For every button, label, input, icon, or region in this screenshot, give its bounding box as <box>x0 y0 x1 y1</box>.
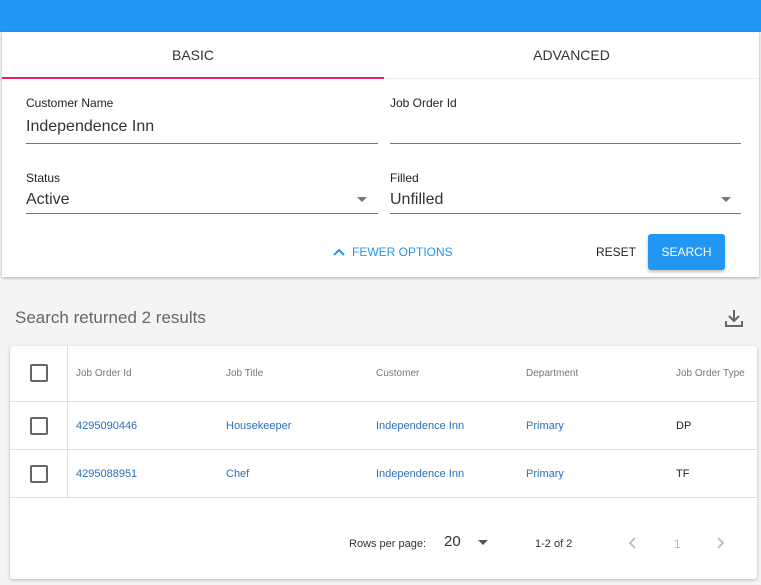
page-range: 1-2 of 2 <box>535 538 573 550</box>
header-job-title[interactable]: Job Title <box>226 368 263 379</box>
job-order-type: DP <box>676 420 692 432</box>
header-department[interactable]: Department <box>526 368 578 379</box>
header-job-order-id[interactable]: Job Order Id <box>76 368 132 379</box>
customer-link[interactable]: Independence Inn <box>376 420 464 432</box>
status-value: Active <box>26 191 70 208</box>
header-job-order-type[interactable]: Job Order Type <box>676 368 745 379</box>
rows-per-page-value: 20 <box>444 533 461 550</box>
department-link[interactable]: Primary <box>526 420 564 432</box>
table-row: 4295088951 Chef Independence Inn Primary… <box>10 450 757 498</box>
results-count: Search returned 2 results <box>15 308 206 327</box>
row-checkbox[interactable] <box>30 465 48 483</box>
dropdown-arrow-icon <box>478 540 488 545</box>
status-label: Status <box>26 171 61 185</box>
filled-select[interactable]: Filled Unfilled <box>390 171 741 215</box>
download-icon[interactable] <box>723 307 745 329</box>
header-customer[interactable]: Customer <box>376 368 419 379</box>
filled-label: Filled <box>390 171 419 185</box>
results-table: Job Order Id Job Title Customer Departme… <box>10 346 757 579</box>
current-page: 1 <box>674 537 681 551</box>
job-order-id-field[interactable]: Job Order Id <box>390 96 741 144</box>
job-order-id-label: Job Order Id <box>390 96 457 110</box>
customer-link[interactable]: Independence Inn <box>376 468 464 480</box>
search-panel: BASIC ADVANCED Customer Name Independenc… <box>2 32 759 277</box>
table-row: 4295090446 Housekeeper Independence Inn … <box>10 402 757 450</box>
filled-value: Unfilled <box>390 191 444 208</box>
row-checkbox[interactable] <box>30 417 48 435</box>
dropdown-arrow-icon <box>721 197 731 202</box>
status-select[interactable]: Status Active <box>26 171 378 215</box>
rows-per-page-label: Rows per page: <box>349 538 427 550</box>
chevron-left-icon[interactable] <box>626 535 640 551</box>
dropdown-arrow-icon <box>357 197 367 202</box>
job-title-link[interactable]: Chef <box>226 468 249 480</box>
reset-button[interactable]: RESET <box>590 234 642 270</box>
job-title-link[interactable]: Housekeeper <box>226 420 291 432</box>
department-link[interactable]: Primary <box>526 468 564 480</box>
job-order-id-link[interactable]: 4295090446 <box>76 420 137 432</box>
select-all-checkbox[interactable] <box>30 364 48 382</box>
table-header-row: Job Order Id Job Title Customer Departme… <box>10 346 757 402</box>
fewer-options-button[interactable]: FEWER OPTIONS <box>332 234 453 270</box>
search-button[interactable]: SEARCH <box>648 234 725 270</box>
customer-name-input[interactable]: Independence Inn <box>26 118 378 136</box>
tab-advanced[interactable]: ADVANCED <box>384 32 759 79</box>
job-order-type: TF <box>676 468 690 480</box>
chevron-right-icon[interactable] <box>713 535 727 551</box>
job-order-id-link[interactable]: 4295088951 <box>76 468 137 480</box>
customer-name-field[interactable]: Customer Name Independence Inn <box>26 96 378 144</box>
tab-basic[interactable]: BASIC <box>2 32 384 79</box>
rows-per-page-select[interactable]: 20 <box>444 533 492 553</box>
customer-name-label: Customer Name <box>26 96 114 110</box>
chevron-up-icon <box>333 248 345 256</box>
fewer-options-label: FEWER OPTIONS <box>352 245 453 259</box>
app-bar <box>0 0 761 32</box>
